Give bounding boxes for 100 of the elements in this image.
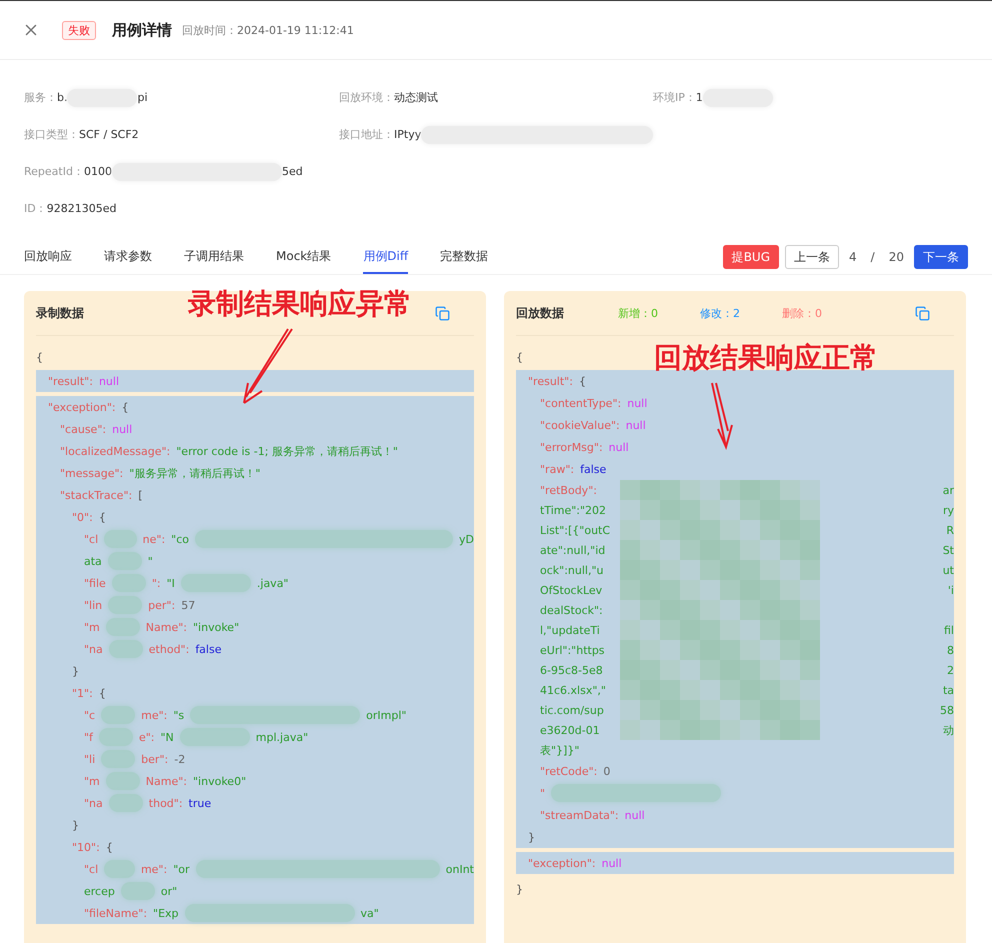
json-value: OfStockLev xyxy=(540,584,602,596)
json-value: 'i xyxy=(948,584,954,596)
json-value: "invoke" xyxy=(193,620,240,634)
time-value: 2024-01-19 11:12:41 xyxy=(237,24,354,36)
page-current: 4 xyxy=(849,250,857,264)
json-key: "errorMsg": xyxy=(540,440,603,454)
json-bracket: { xyxy=(578,374,586,388)
diff-count: 删除：0 xyxy=(782,306,822,320)
json-bracket: [ xyxy=(138,488,143,502)
diff-count: 修改：2 xyxy=(700,306,740,320)
json-value: e3620d-01 xyxy=(540,724,600,736)
json-key: thod": xyxy=(148,796,183,810)
tab[interactable]: 回放响应 xyxy=(24,240,72,274)
field-label: 接口类型： xyxy=(24,127,79,142)
json-bracket: { xyxy=(98,686,106,700)
json-value: orImpl" xyxy=(366,708,406,722)
annotation-text: 回放结果响应正常 xyxy=(654,340,878,376)
next-button[interactable]: 下一条 xyxy=(914,245,968,269)
json-value: null xyxy=(112,422,132,436)
json-value: ut xyxy=(942,564,954,576)
redaction-mask xyxy=(106,772,140,790)
field-value: 动态测试 xyxy=(394,90,438,105)
json-key: "c xyxy=(84,708,96,722)
field-value: SCF / SCF2 xyxy=(79,128,139,141)
json-key: "message": xyxy=(60,466,124,480)
json-value: -2 xyxy=(174,752,186,766)
json-key: "cause": xyxy=(60,422,106,436)
json-value: null xyxy=(626,418,646,432)
redaction-mask xyxy=(108,552,142,570)
json-key: me": xyxy=(141,708,168,722)
tab[interactable]: 子调用结果 xyxy=(184,240,244,274)
json-key: "li xyxy=(84,752,96,766)
json-value: true xyxy=(188,796,212,810)
field-label: 接口地址： xyxy=(339,127,394,142)
redaction-mask xyxy=(98,728,133,746)
json-value: 0 xyxy=(603,764,610,778)
json-key: ber": xyxy=(141,752,168,766)
json-bracket: { xyxy=(122,400,129,414)
redaction-mask xyxy=(120,882,155,900)
json-key: "lin xyxy=(84,598,102,612)
json-key: "contentType": xyxy=(540,396,622,410)
tab[interactable]: 用例Diff xyxy=(363,240,408,274)
redaction-mask xyxy=(101,750,136,768)
json-value: 动 xyxy=(943,722,954,738)
json-key: "m xyxy=(84,620,100,634)
copy-icon[interactable] xyxy=(435,306,450,320)
json-value: or" xyxy=(160,884,178,898)
field-label: 环境IP： xyxy=(653,90,696,105)
redaction-mask xyxy=(108,640,143,658)
field-value: 1 xyxy=(696,91,703,104)
json-key: "result": xyxy=(528,374,573,388)
json-value: yD xyxy=(459,532,474,546)
tab[interactable]: Mock结果 xyxy=(276,240,332,274)
json-value: ate":null,"id xyxy=(540,544,606,556)
json-value: ry xyxy=(942,504,954,516)
field-value: IPtyy xyxy=(394,128,422,141)
tab[interactable]: 请求参数 xyxy=(104,240,152,274)
json-bracket: { xyxy=(106,840,113,854)
json-value: R xyxy=(946,524,954,536)
json-key: "na xyxy=(84,796,103,810)
field-label: ID： xyxy=(24,201,47,216)
json-value: "or xyxy=(173,862,190,876)
json-key: "stackTrace": xyxy=(60,488,132,502)
redaction-mask xyxy=(106,618,140,636)
json-value: .java" xyxy=(256,576,288,590)
field-label: 服务： xyxy=(24,90,57,105)
json-value: va" xyxy=(360,906,379,920)
previous-button[interactable]: 上一条 xyxy=(785,245,840,269)
json-bracket: { xyxy=(516,350,523,364)
redaction-mask xyxy=(104,860,135,878)
redaction-mask xyxy=(180,728,250,746)
status-badge: 失败 xyxy=(62,20,96,40)
json-key: ne": xyxy=(142,532,166,546)
json-value: false xyxy=(580,462,606,476)
tab[interactable]: 完整数据 xyxy=(440,240,488,274)
json-key: "raw": xyxy=(540,462,574,476)
field-value: 5ed xyxy=(282,165,303,178)
json-value: l,"updateTi xyxy=(540,624,600,636)
json-value: "N xyxy=(160,730,174,744)
time-label: 回放时间： xyxy=(182,22,237,38)
json-value: "Exp xyxy=(153,906,179,920)
json-value: null xyxy=(98,374,120,388)
json-key: "result": xyxy=(48,374,93,388)
json-key: " xyxy=(540,786,546,800)
json-value: null xyxy=(602,856,622,870)
json-key: "retCode": xyxy=(540,764,598,778)
annotation-text: 录制结果响应异常 xyxy=(188,286,412,322)
panel-title: 回放数据 xyxy=(516,304,565,322)
json-key: me": xyxy=(140,862,168,876)
report-bug-button[interactable]: 提BUG xyxy=(722,245,780,269)
field-value: pi xyxy=(137,91,148,104)
redaction-mask xyxy=(104,530,137,548)
field-value: 0100 xyxy=(84,165,112,178)
copy-icon[interactable] xyxy=(915,306,930,320)
json-value: St xyxy=(942,544,954,556)
json-value: null xyxy=(608,440,629,454)
json-value: false xyxy=(195,642,222,656)
json-key: "retBody": xyxy=(540,484,597,496)
json-key: "10": xyxy=(72,840,100,854)
json-value: 58 xyxy=(940,704,954,716)
